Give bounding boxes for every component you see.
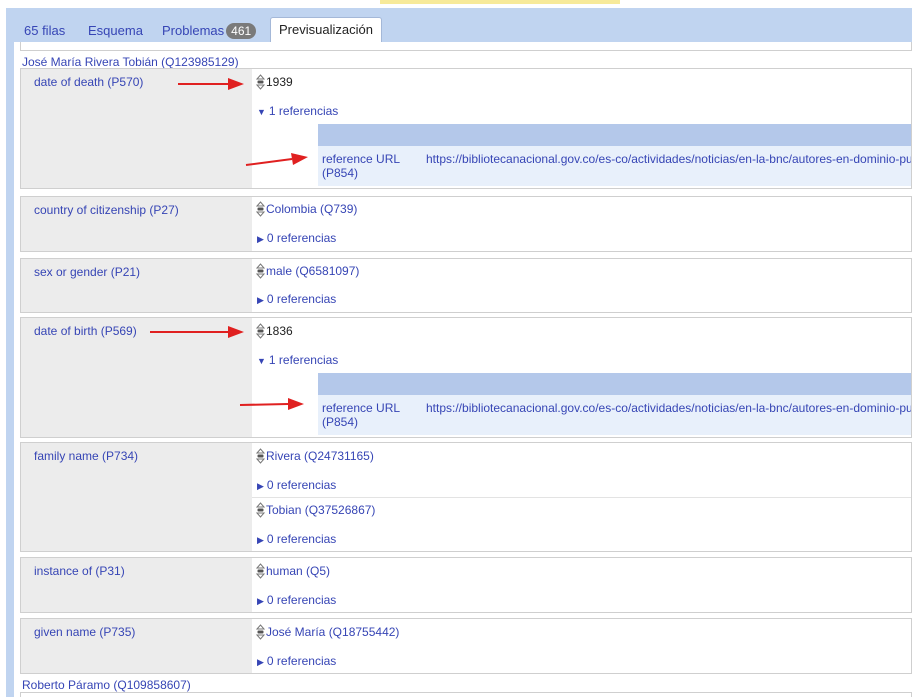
annotation-arrow-icon bbox=[245, 153, 308, 166]
annotation-arrow-icon bbox=[150, 326, 244, 338]
annotation-arrow-icon bbox=[239, 398, 304, 410]
annotation-arrow-icon bbox=[178, 78, 244, 90]
annotation-arrows bbox=[150, 78, 308, 410]
